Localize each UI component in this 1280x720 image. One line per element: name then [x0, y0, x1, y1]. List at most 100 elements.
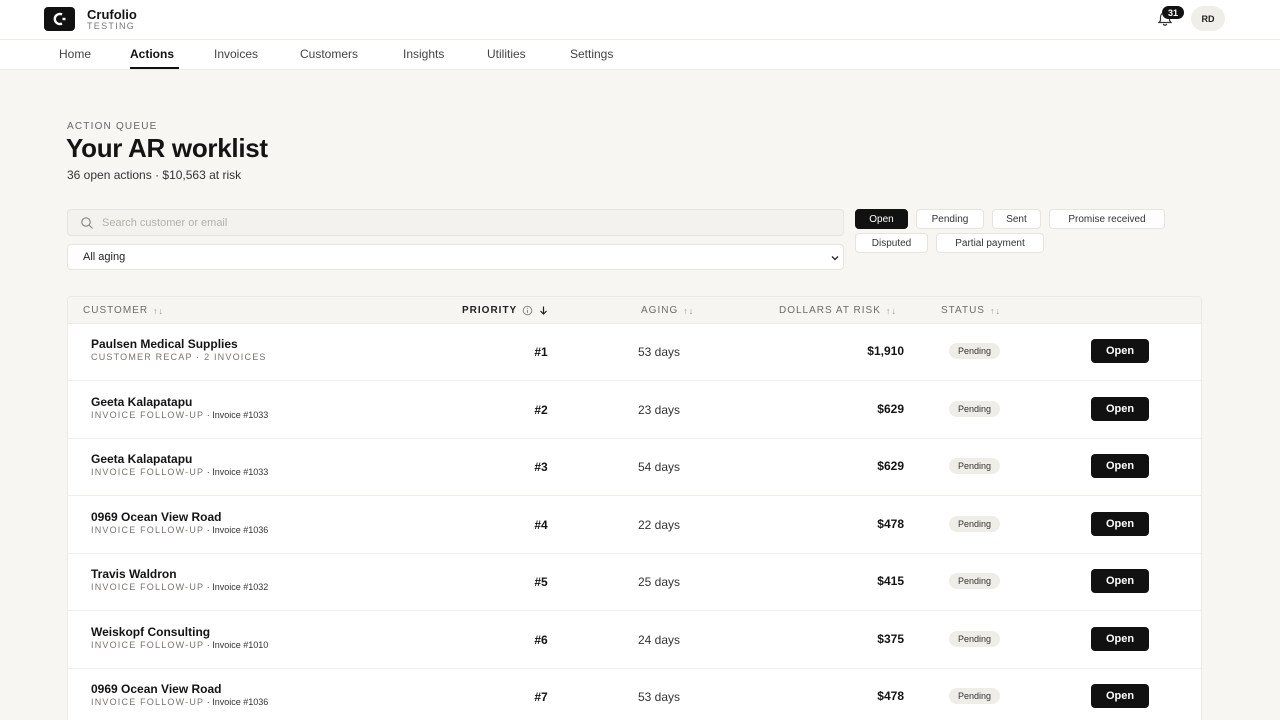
environment-label: TESTING [87, 21, 136, 31]
filter-promise-received[interactable]: Promise received [1049, 209, 1165, 229]
info-icon[interactable] [522, 305, 533, 316]
aging-select[interactable]: All aging [67, 244, 844, 270]
column-label: AGING [641, 305, 679, 316]
sort-icon: ↑↓ [885, 305, 897, 316]
action-subtitle: INVOICE FOLLOW-UP · Invoice #1010 [91, 640, 268, 650]
table-row[interactable]: Geeta Kalapatapu INVOICE FOLLOW-UP · Invo… [68, 382, 1201, 439]
table-row[interactable]: Travis Waldron INVOICE FOLLOW-UP · Invoic… [68, 554, 1201, 611]
action-type: CUSTOMER RECAP · 2 INVOICES [91, 352, 267, 362]
sort-icon: ↑↓ [989, 305, 1001, 316]
tab-insights[interactable]: Insights [403, 47, 444, 61]
aging-value: 54 days [638, 460, 681, 474]
open-action-button[interactable]: Open [1091, 396, 1149, 421]
customer-name: Travis Waldron [91, 567, 177, 581]
dollars-at-risk-value: $375 [877, 631, 904, 646]
table-row[interactable]: 0969 Ocean View Road INVOICE FOLLOW-UP · … [68, 669, 1201, 720]
tab-utilities[interactable]: Utilities [487, 47, 526, 61]
action-type: INVOICE FOLLOW-UP [91, 467, 205, 477]
invoice-reference: · Invoice #1033 [204, 409, 269, 420]
active-tab-indicator [130, 67, 179, 69]
tab-home[interactable]: Home [59, 47, 91, 61]
column-header-status[interactable]: STATUS ↑↓ [941, 305, 1001, 316]
column-header-aging[interactable]: AGING ↑↓ [641, 305, 694, 316]
column-header-customer[interactable]: CUSTOMER ↑↓ [83, 305, 164, 316]
search-icon [81, 217, 93, 229]
dollars-at-risk-value: $478 [877, 516, 904, 531]
action-type: INVOICE FOLLOW-UP [91, 582, 205, 592]
action-type: INVOICE FOLLOW-UP [91, 409, 205, 420]
open-action-button[interactable]: Open [1091, 626, 1149, 651]
status-badge: Pending [949, 630, 1001, 647]
table-row[interactable]: Paulsen Medical Supplies CUSTOMER RECAP ·… [68, 324, 1201, 381]
aging-value: 53 days [638, 690, 681, 704]
filter-pending[interactable]: Pending [916, 209, 984, 229]
priority-value: #2 [534, 402, 548, 417]
open-action-button[interactable]: Open [1091, 454, 1149, 478]
tab-actions[interactable]: Actions [130, 47, 174, 61]
sort-icon: ↑↓ [683, 305, 695, 316]
status-badge: Pending [949, 573, 1001, 589]
dollars-at-risk-value: $629 [877, 459, 904, 473]
open-action-button[interactable]: Open [1091, 339, 1149, 363]
action-subtitle: INVOICE FOLLOW-UP · Invoice #1032 [91, 582, 268, 592]
invoice-reference: · Invoice #1032 [204, 582, 269, 592]
column-header-priority[interactable]: PRIORITY [462, 305, 549, 316]
customer-name: 0969 Ocean View Road [91, 509, 222, 524]
status-badge: Pending [949, 343, 1001, 359]
open-action-button[interactable]: Open [1091, 684, 1149, 708]
column-label: STATUS [941, 305, 985, 316]
priority-value: #5 [534, 575, 548, 589]
tab-customers[interactable]: Customers [300, 47, 358, 61]
filter-partial-payment[interactable]: Partial payment [936, 233, 1044, 253]
notification-count-badge: 31 [1162, 6, 1184, 19]
sort-icon: ↑↓ [153, 305, 165, 316]
arrow-down-icon [540, 306, 548, 315]
status-badge: Pending [949, 458, 1001, 474]
tab-invoices[interactable]: Invoices [214, 47, 258, 61]
filter-sent[interactable]: Sent [992, 209, 1041, 229]
status-badge: Pending [949, 688, 1001, 704]
priority-value: #7 [534, 690, 548, 704]
dollars-at-risk-value: $415 [877, 574, 904, 588]
user-avatar[interactable]: RD [1191, 6, 1225, 31]
action-type: INVOICE FOLLOW-UP [91, 639, 205, 650]
aging-value: 24 days [638, 632, 681, 647]
invoice-reference: · Invoice #1036 [204, 524, 269, 535]
action-subtitle: INVOICE FOLLOW-UP · Invoice #1036 [91, 525, 268, 535]
app-logo-icon[interactable] [44, 7, 75, 31]
column-label: DOLLARS AT RISK [779, 305, 881, 316]
app-name: Crufolio [87, 7, 137, 22]
table-row[interactable]: Geeta Kalapatapu INVOICE FOLLOW-UP · Invo… [68, 439, 1201, 496]
priority-value: #3 [534, 460, 548, 474]
open-action-button[interactable]: Open [1091, 511, 1149, 536]
aging-select-value: All aging [83, 251, 126, 263]
dollars-at-risk-value: $478 [877, 689, 904, 703]
page-title: Your AR worklist [66, 133, 268, 163]
action-type: INVOICE FOLLOW-UP [91, 697, 205, 707]
aging-value: 22 days [638, 517, 681, 532]
c-logo-icon [53, 12, 65, 26]
tab-settings[interactable]: Settings [570, 47, 613, 61]
customer-name: Paulsen Medical Supplies [91, 337, 238, 351]
filter-disputed[interactable]: Disputed [855, 233, 928, 253]
table-row[interactable]: Weiskopf Consulting INVOICE FOLLOW-UP · I… [68, 612, 1201, 669]
chevron-down-icon [831, 256, 839, 261]
status-badge: Pending [949, 400, 1001, 417]
action-type: INVOICE FOLLOW-UP [91, 524, 205, 535]
top-bar: Crufolio TESTING 31 RD [0, 0, 1280, 40]
open-action-button[interactable]: Open [1091, 569, 1149, 593]
column-header-dollars-at-risk[interactable]: DOLLARS AT RISK ↑↓ [779, 305, 897, 316]
action-subtitle: CUSTOMER RECAP · 2 INVOICES [91, 352, 267, 362]
main-nav: Home Actions Invoices Customers Insights… [0, 40, 1280, 70]
table-row[interactable]: 0969 Ocean View Road INVOICE FOLLOW-UP · … [68, 497, 1201, 554]
search-box [67, 209, 844, 236]
column-label: PRIORITY [462, 305, 518, 316]
search-input[interactable] [102, 213, 822, 233]
filter-open[interactable]: Open [855, 209, 908, 229]
column-label: CUSTOMER [83, 305, 149, 316]
table-header: CUSTOMER ↑↓ PRIORITY AGING ↑↓ DOLLARS AT… [68, 297, 1201, 324]
invoice-reference: · Invoice #1010 [204, 639, 269, 650]
aging-value: 25 days [638, 575, 681, 589]
customer-name: Geeta Kalapatapu [91, 452, 193, 466]
worklist-table: CUSTOMER ↑↓ PRIORITY AGING ↑↓ DOLLARS AT… [67, 296, 1202, 720]
